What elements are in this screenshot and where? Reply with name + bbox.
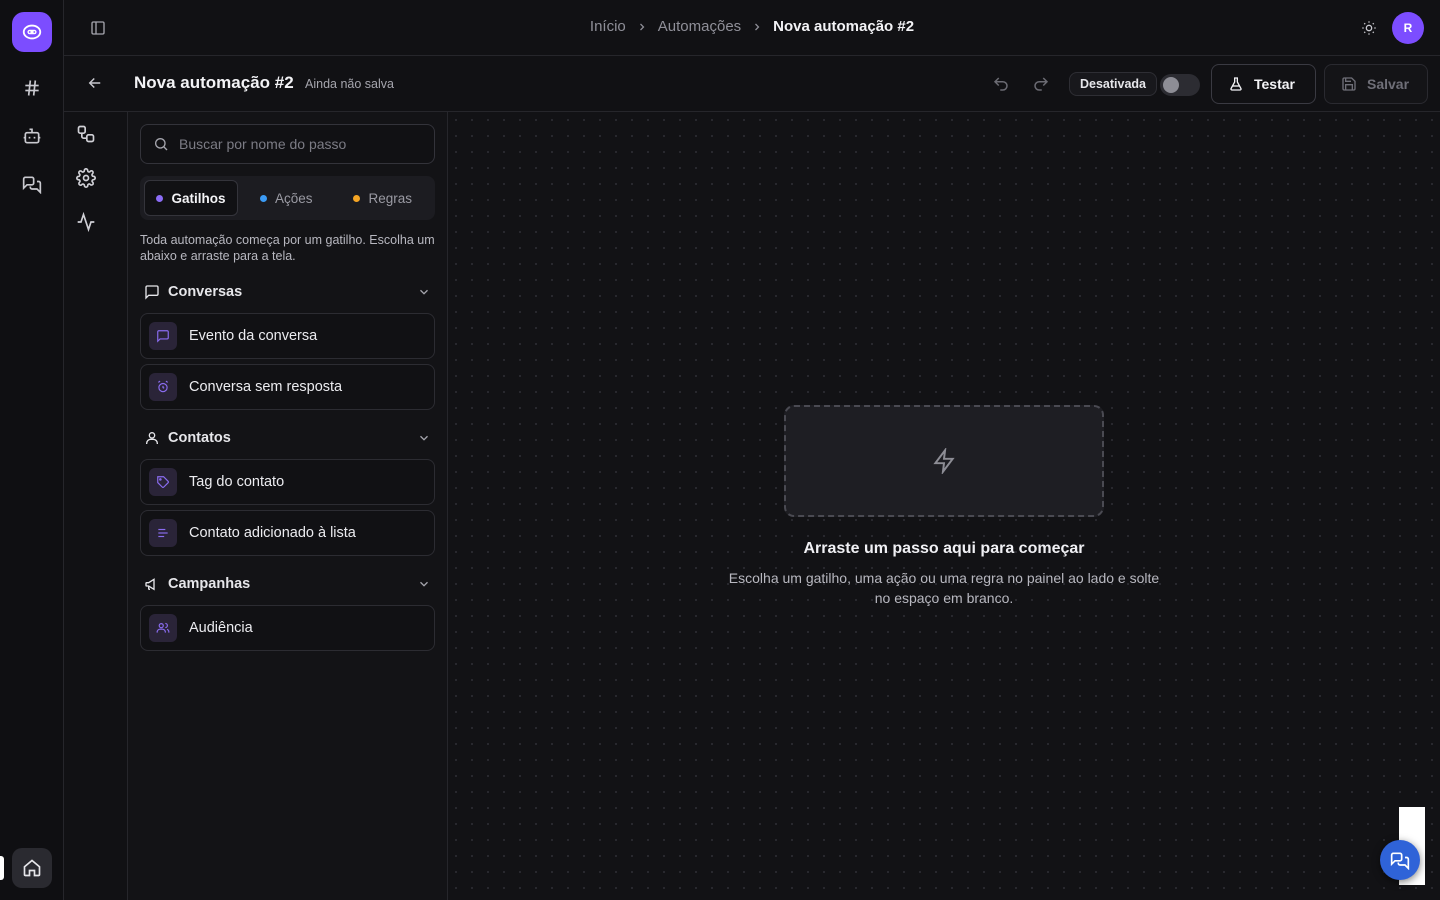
support-chat-button[interactable] xyxy=(1380,840,1420,880)
step-drop-zone[interactable] xyxy=(784,405,1104,517)
activation-toggle[interactable] xyxy=(1160,74,1200,96)
chevron-down-icon xyxy=(417,431,431,445)
redo-button[interactable] xyxy=(1032,75,1050,93)
step-item-label: Evento da conversa xyxy=(189,328,318,344)
tab-label: Gatilhos xyxy=(171,190,226,206)
user-avatar[interactable]: R xyxy=(1392,12,1424,44)
tab-label: Ações xyxy=(274,190,313,206)
chevron-down-icon xyxy=(417,577,431,591)
gear-icon xyxy=(76,168,96,188)
bot-icon xyxy=(23,128,41,144)
user-icon xyxy=(146,432,158,444)
activity-icon xyxy=(77,212,95,232)
group-header-contatos[interactable]: Contatos xyxy=(144,427,435,449)
step-item-audiencia[interactable]: Audiência xyxy=(140,605,435,651)
group-title: Campanhas xyxy=(168,576,251,592)
bots-nav-button[interactable] xyxy=(12,116,52,156)
theme-toggle-button[interactable] xyxy=(1358,17,1380,39)
message-square-icon xyxy=(145,285,159,300)
message-square-icon xyxy=(149,322,177,350)
group-title: Conversas xyxy=(168,284,243,300)
hash-icon xyxy=(25,80,39,96)
users-icon xyxy=(149,614,177,642)
tab-dot xyxy=(353,194,361,202)
tab-regras[interactable]: Regras xyxy=(335,180,432,216)
home-nav-button[interactable] xyxy=(12,848,52,888)
step-item-label: Contato adicionado à lista xyxy=(189,525,356,541)
chat-icon xyxy=(1390,852,1410,870)
tab-gatilhos[interactable]: Gatilhos xyxy=(144,180,238,216)
save-icon xyxy=(1342,77,1356,91)
home-icon xyxy=(23,859,41,877)
save-button-label: Salvar xyxy=(1367,76,1410,92)
back-button[interactable] xyxy=(86,74,106,94)
group-title: Contatos xyxy=(168,430,231,446)
breadcrumb: Início Automações Nova automação #2 xyxy=(64,18,1440,35)
workflow-icon xyxy=(77,125,95,143)
bot-logo-icon xyxy=(22,24,42,40)
search-icon xyxy=(155,138,168,151)
automation-title: Nova automação #2 xyxy=(134,73,294,92)
save-status: Ainda não salva xyxy=(305,77,394,91)
megaphone-icon xyxy=(145,578,155,591)
tag-icon xyxy=(149,468,177,496)
tab-dot xyxy=(259,194,267,202)
breadcrumb-section-link[interactable]: Automações xyxy=(658,18,741,35)
main-nav-rail xyxy=(0,0,64,900)
tab-acoes[interactable]: Ações xyxy=(238,180,335,216)
list-icon xyxy=(149,519,177,547)
editor-tool-rail xyxy=(64,112,128,900)
group-header-conversas[interactable]: Conversas xyxy=(144,281,435,303)
redo-icon xyxy=(1034,77,1049,91)
tab-dot xyxy=(156,194,164,202)
activity-tool-button[interactable] xyxy=(76,212,96,232)
automation-state-badge: Desativada xyxy=(1069,72,1158,96)
channels-nav-button[interactable] xyxy=(12,68,52,108)
alarm-clock-icon xyxy=(149,373,177,401)
empty-state-description: Escolha um gatilho, uma ação ou uma regr… xyxy=(728,570,1160,606)
tab-label: Regras xyxy=(368,190,413,206)
chevron-right-icon xyxy=(751,21,763,33)
zap-icon xyxy=(933,448,955,474)
automation-header: Nova automação #2 Ainda não salva Desati… xyxy=(64,56,1440,112)
steps-panel: Gatilhos Ações Regras Toda automação com… xyxy=(128,112,448,900)
step-item-label: Audiência xyxy=(189,620,253,636)
test-button[interactable]: Testar xyxy=(1211,64,1316,104)
arrow-left-icon xyxy=(88,77,101,89)
step-item-conversa-sem-resposta[interactable]: Conversa sem resposta xyxy=(140,364,435,410)
step-item-contato-adicionado-a-lista[interactable]: Contato adicionado à lista xyxy=(140,510,435,556)
empty-state-title: Arraste um passo aqui para começar xyxy=(803,540,1085,557)
sun-icon xyxy=(1362,21,1376,35)
undo-button[interactable] xyxy=(992,75,1010,93)
step-type-tabs: Gatilhos Ações Regras xyxy=(140,176,435,220)
step-item-evento-da-conversa[interactable]: Evento da conversa xyxy=(140,313,435,359)
step-item-label: Conversa sem resposta xyxy=(189,379,343,395)
step-item-label: Tag do contato xyxy=(189,474,285,490)
automation-canvas[interactable]: Arraste um passo aqui para começar Escol… xyxy=(448,112,1440,900)
steps-tool-button[interactable] xyxy=(76,124,96,144)
active-nav-indicator xyxy=(0,856,4,880)
save-button[interactable]: Salvar xyxy=(1324,64,1428,104)
conversations-nav-button[interactable] xyxy=(12,164,52,204)
top-header: Início Automações Nova automação #2 R xyxy=(64,0,1440,56)
panel-help-text: Toda automação começa por um gatilho. Es… xyxy=(140,233,435,263)
breadcrumb-current: Nova automação #2 xyxy=(773,18,915,35)
chevron-right-icon xyxy=(636,21,648,33)
step-search xyxy=(140,124,435,164)
toggle-knob xyxy=(1163,77,1179,93)
flask-icon xyxy=(1230,77,1242,91)
breadcrumb-home-link[interactable]: Início xyxy=(590,18,626,35)
app-logo[interactable] xyxy=(12,12,52,52)
messages-icon xyxy=(22,176,42,194)
group-header-campanhas[interactable]: Campanhas xyxy=(144,573,435,595)
test-button-label: Testar xyxy=(1254,76,1295,92)
undo-icon xyxy=(993,77,1008,91)
step-search-input[interactable] xyxy=(179,136,419,152)
settings-tool-button[interactable] xyxy=(76,168,96,188)
step-item-tag-do-contato[interactable]: Tag do contato xyxy=(140,459,435,505)
chevron-down-icon xyxy=(417,285,431,299)
